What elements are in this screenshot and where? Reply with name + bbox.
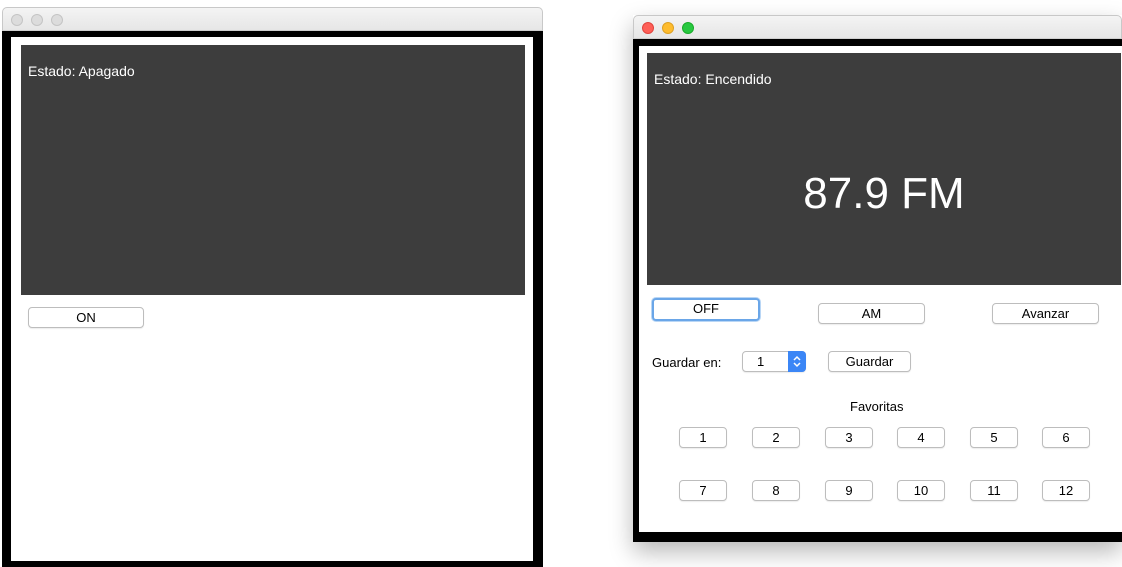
- frequency-display: 87.9 FM: [803, 169, 965, 218]
- power-on-button[interactable]: ON: [28, 307, 144, 328]
- close-icon[interactable]: [11, 14, 23, 26]
- minimize-icon[interactable]: [662, 22, 674, 34]
- radio-display: Estado: Encendido 87.9 FM: [647, 53, 1121, 285]
- radio-display: Estado: Apagado: [21, 45, 525, 295]
- band-am-button[interactable]: AM: [818, 303, 925, 324]
- favorite-button-6[interactable]: 6: [1042, 427, 1090, 448]
- zoom-icon[interactable]: [51, 14, 63, 26]
- radio-window-off: Estado: Apagado ON: [2, 7, 543, 567]
- status-text: Estado: Encendido: [654, 71, 772, 87]
- minimize-icon[interactable]: [31, 14, 43, 26]
- window-content: Estado: Apagado ON: [11, 37, 533, 561]
- close-icon[interactable]: [642, 22, 654, 34]
- stepper-arrows-icon[interactable]: [788, 351, 806, 372]
- save-slot-select[interactable]: 1: [742, 351, 806, 372]
- favorite-button-2[interactable]: 2: [752, 427, 800, 448]
- window-controls: [642, 22, 694, 34]
- favorite-button-3[interactable]: 3: [825, 427, 873, 448]
- status-text: Estado: Apagado: [28, 63, 135, 79]
- title-bar: [633, 15, 1122, 39]
- favorite-button-5[interactable]: 5: [970, 427, 1018, 448]
- favorite-button-8[interactable]: 8: [752, 480, 800, 501]
- favorite-button-4[interactable]: 4: [897, 427, 945, 448]
- favorite-button-7[interactable]: 7: [679, 480, 727, 501]
- save-button[interactable]: Guardar: [828, 351, 911, 372]
- favorite-button-9[interactable]: 9: [825, 480, 873, 501]
- window-frame: Estado: Apagado ON: [2, 31, 543, 567]
- next-station-button[interactable]: Avanzar: [992, 303, 1099, 324]
- window-controls: [11, 14, 63, 26]
- save-in-label: Guardar en:: [652, 355, 722, 370]
- title-bar: [2, 7, 543, 31]
- favorite-button-1[interactable]: 1: [679, 427, 727, 448]
- favorites-label: Favoritas: [850, 399, 904, 414]
- favorite-button-10[interactable]: 10: [897, 480, 945, 501]
- zoom-icon[interactable]: [682, 22, 694, 34]
- favorite-button-12[interactable]: 12: [1042, 480, 1090, 501]
- radio-window-on: Estado: Encendido 87.9 FM OFF AM Avanzar…: [633, 15, 1122, 542]
- window-frame: Estado: Encendido 87.9 FM OFF AM Avanzar…: [633, 39, 1122, 542]
- save-slot-value: 1: [757, 354, 765, 369]
- favorite-button-11[interactable]: 11: [970, 480, 1018, 501]
- power-off-button[interactable]: OFF: [652, 298, 760, 321]
- window-content: Estado: Encendido 87.9 FM OFF AM Avanzar…: [639, 46, 1122, 532]
